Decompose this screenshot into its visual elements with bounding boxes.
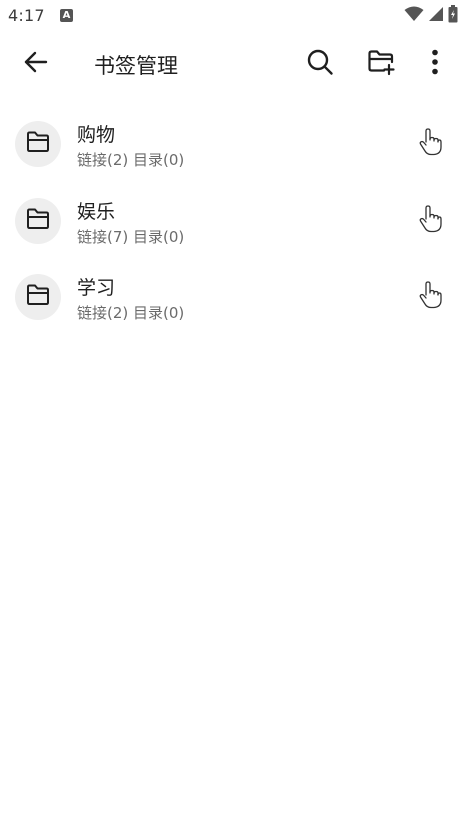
touch-hand-icon xyxy=(418,204,442,237)
drag-handle[interactable] xyxy=(406,122,454,166)
touch-hand-icon xyxy=(418,128,442,160)
folder-summary: 链接(2) 目录(0) xyxy=(77,304,185,322)
wifi-icon xyxy=(404,6,424,26)
more-vert-icon xyxy=(431,49,439,79)
back-arrow-icon xyxy=(22,48,50,80)
drag-handle[interactable] xyxy=(406,275,454,319)
more-options-button[interactable] xyxy=(411,40,459,88)
folder-item[interactable]: 学习 链接(2) 目录(0) xyxy=(0,259,464,336)
back-button[interactable] xyxy=(12,40,60,88)
folder-summary: 链接(7) 目录(0) xyxy=(77,227,185,246)
folder-avatar xyxy=(15,121,61,167)
signal-icon xyxy=(428,6,444,26)
folder-icon xyxy=(26,208,50,234)
drag-handle[interactable] xyxy=(406,199,454,243)
add-folder-icon xyxy=(367,48,395,80)
folder-name: 娱乐 xyxy=(77,200,116,223)
notification-badge: A xyxy=(60,9,73,22)
folder-icon xyxy=(26,131,50,157)
battery-icon xyxy=(448,5,458,27)
folder-item[interactable]: 购物 链接(2) 目录(0) xyxy=(0,106,464,183)
folder-name: 购物 xyxy=(77,124,116,146)
page-title: 书签管理 xyxy=(94,54,178,78)
search-button[interactable] xyxy=(296,40,344,88)
folder-name: 学习 xyxy=(77,277,116,299)
folder-avatar xyxy=(15,197,61,244)
search-icon xyxy=(306,48,334,80)
status-icons xyxy=(404,5,458,27)
status-time: 4:17 xyxy=(8,6,45,25)
folder-item[interactable]: 娱乐 链接(7) 目录(0) xyxy=(0,183,464,260)
status-bar: 4:17 A xyxy=(0,0,464,32)
folder-list: 购物 链接(2) 目录(0) 娱乐 链接(7) 目录(0) 学习 链接(2) 目… xyxy=(0,106,464,336)
folder-summary: 链接(2) 目录(0) xyxy=(77,151,185,169)
add-folder-button[interactable] xyxy=(357,40,405,88)
folder-icon xyxy=(26,284,50,310)
app-bar: 书签管理 xyxy=(0,32,464,96)
folder-avatar xyxy=(15,274,61,320)
touch-hand-icon xyxy=(418,281,442,313)
